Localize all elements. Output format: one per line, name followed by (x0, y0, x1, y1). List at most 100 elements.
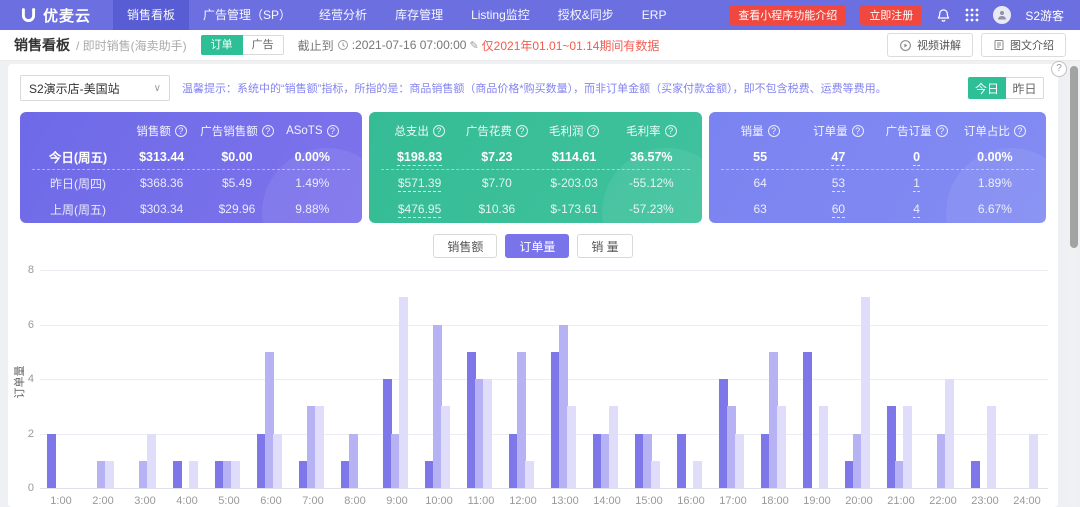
scrollbar-thumb[interactable] (1070, 66, 1078, 248)
breadcrumb: / 即时销售(海卖助手) (76, 37, 187, 54)
help-icon[interactable]: ? (1051, 61, 1067, 77)
toggle-order-button[interactable]: 订单 (201, 35, 243, 55)
store-select[interactable]: S2演示店-美国站 ∨ (20, 75, 170, 101)
nav-item[interactable]: 经营分析 (305, 0, 381, 30)
metric-value: 63 (721, 202, 799, 216)
x-axis-label: 9:00 (376, 495, 418, 507)
sub-header: 销售看板 / 即时销售(海卖助手) 订单 广告 截止到 :2021-07-16 … (0, 30, 1080, 61)
apps-grid-icon[interactable] (965, 8, 979, 22)
metric-value: 47 (799, 150, 877, 164)
metric-value: $198.83 (381, 150, 458, 164)
help-icon[interactable]: ? (1014, 125, 1026, 137)
x-axis-label: 20:00 (838, 495, 880, 507)
metric-value-tooltip[interactable]: 47 (831, 150, 845, 166)
metric-value: $29.96 (199, 202, 274, 216)
row-label: 上周(周五) (32, 201, 124, 218)
bell-icon[interactable] (936, 8, 951, 23)
help-icon[interactable]: ? (516, 125, 528, 137)
metric-value-tooltip[interactable]: $198.83 (397, 150, 442, 166)
metric-value: $114.61 (535, 150, 612, 164)
chart-tab[interactable]: 销售额 (433, 234, 497, 258)
nav-item[interactable]: 销售看板 (113, 0, 189, 30)
main-panel: S2演示店-美国站 ∨ 温馨提示：系统中的“销售额”指标，所指的是：商品销售额（… (8, 64, 1058, 507)
order-ad-toggle: 订单 广告 (201, 35, 284, 55)
register-button[interactable]: 立即注册 (860, 5, 922, 25)
help-icon[interactable]: ? (262, 125, 274, 137)
deadline-time: :2021-07-16 07:00:00 (352, 38, 467, 52)
y-axis-tick: 2 (10, 428, 34, 440)
metric-header-label: ASoTS (286, 125, 322, 137)
bar (349, 434, 358, 489)
pencil-icon[interactable]: ✎ (469, 39, 478, 52)
bar (651, 461, 660, 488)
help-icon[interactable]: ? (587, 125, 599, 137)
bar (315, 406, 324, 488)
metric-value-tooltip[interactable]: 53 (832, 176, 845, 192)
metric-header: 毛利润? (535, 123, 612, 139)
bar (567, 406, 576, 488)
bar (945, 379, 954, 488)
gridline (40, 325, 1048, 326)
logo-icon (20, 7, 37, 24)
metric-value-tooltip[interactable]: 1 (913, 176, 920, 192)
text-guide-button[interactable]: 图文介绍 (981, 33, 1066, 57)
toggle-ad-button[interactable]: 广告 (243, 35, 284, 55)
gridline (40, 379, 1048, 380)
nav-item[interactable]: 授权&同步 (544, 0, 628, 30)
bar (173, 461, 182, 488)
x-axis-label: 15:00 (628, 495, 670, 507)
nav-right: 查看小程序功能介绍 立即注册 S2游客 (729, 5, 1080, 25)
scrollbar-track[interactable] (1070, 62, 1078, 507)
metric-value: $571.39 (381, 176, 458, 190)
x-axis-label: 18:00 (754, 495, 796, 507)
nav-item[interactable]: 库存管理 (381, 0, 457, 30)
video-guide-button[interactable]: 视频讲解 (887, 33, 973, 57)
today-button[interactable]: 今日 (968, 77, 1006, 99)
card-row: 554700.00% (721, 144, 1034, 170)
help-icon[interactable]: ? (327, 125, 339, 137)
metric-value: $-203.03 (535, 176, 612, 190)
nav-item[interactable]: Listing监控 (457, 0, 544, 30)
card-row: 上周(周五)$303.34$29.969.88% (32, 196, 350, 222)
user-name[interactable]: S2游客 (1025, 7, 1064, 24)
nav-item[interactable]: ERP (628, 0, 681, 30)
metric-value: $476.95 (381, 202, 458, 216)
metric-header-label: 毛利率 (626, 123, 661, 139)
help-icon[interactable]: ? (665, 125, 677, 137)
metric-value-tooltip[interactable]: $476.95 (398, 202, 441, 218)
chart-metric-tabs: 销售额订单量销 量 (8, 234, 1058, 258)
metric-value-tooltip[interactable]: 0 (913, 150, 920, 166)
metric-value: $0.00 (199, 150, 274, 164)
metric-value: $368.36 (124, 176, 199, 190)
chart-tab[interactable]: 销 量 (577, 234, 632, 258)
nav-item[interactable]: 广告管理（SP） (189, 0, 305, 30)
help-icon[interactable]: ? (852, 125, 864, 137)
avatar[interactable] (993, 6, 1011, 24)
help-icon[interactable]: ? (433, 125, 445, 137)
y-axis-tick: 0 (10, 482, 34, 494)
metric-value-tooltip[interactable]: 4 (913, 202, 920, 218)
metric-header-label: 总支出 (394, 123, 429, 139)
clock-icon (337, 39, 349, 51)
metric-header: 毛利率? (613, 123, 690, 139)
x-axis-label: 11:00 (460, 495, 502, 507)
metric-value: 36.57% (613, 150, 690, 164)
mini-program-intro-button[interactable]: 查看小程序功能介绍 (729, 5, 846, 25)
logo[interactable]: 优麦云 (0, 5, 113, 26)
row-label: 昨日(周四) (32, 175, 124, 192)
x-axis-label: 13:00 (544, 495, 586, 507)
yesterday-button[interactable]: 昨日 (1006, 77, 1044, 99)
card-row: $571.39$7.70$-203.03-55.12% (381, 170, 690, 196)
metric-value-tooltip[interactable]: $571.39 (398, 176, 441, 192)
metric-value-tooltip[interactable]: 60 (832, 202, 845, 218)
help-icon[interactable]: ? (936, 125, 948, 137)
help-icon[interactable]: ? (175, 125, 187, 137)
metric-value: 53 (799, 176, 877, 190)
help-icon[interactable]: ? (768, 125, 780, 137)
metric-value: 9.88% (275, 202, 350, 216)
card-header: 总支出?广告花费?毛利润?毛利率? (381, 118, 690, 144)
x-axis-label: 24:00 (1006, 495, 1048, 507)
chart-tab[interactable]: 订单量 (505, 234, 569, 258)
gridline (40, 270, 1048, 271)
metric-value: 1.49% (275, 176, 350, 190)
